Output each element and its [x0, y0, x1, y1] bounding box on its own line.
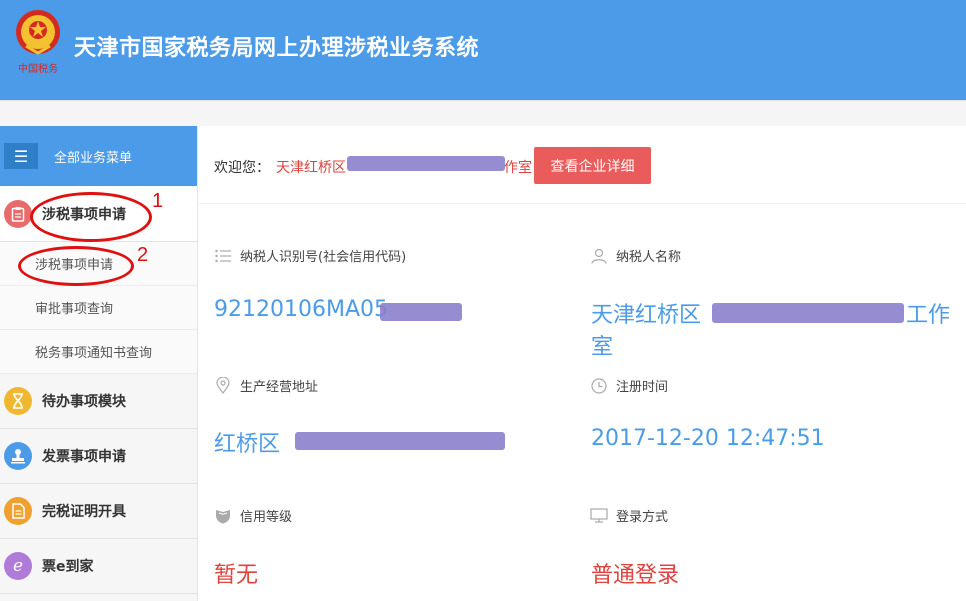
welcome-company-tail: 作室: [504, 160, 532, 176]
document-icon: [4, 497, 32, 525]
user-icon: [590, 247, 608, 265]
annotation-number-2: 2: [137, 244, 149, 266]
credit-level-label-text: 信用等级: [240, 510, 293, 525]
sidebar-group-pending[interactable]: 待办事项模块: [0, 374, 197, 429]
address-value: 红桥区: [214, 432, 281, 457]
taxpayer-name-label-text: 纳税人名称: [616, 250, 682, 265]
app-title: 天津市国家税务局网上办理涉税业务系统: [74, 36, 480, 61]
menu-header: ☰ 全部业务菜单: [0, 126, 197, 186]
register-time-label-text: 注册时间: [616, 380, 669, 395]
list-icon: [214, 247, 232, 265]
login-method-label-text: 登录方式: [616, 510, 669, 525]
taxpayer-name-label: 纳税人名称: [590, 246, 681, 265]
header-spacer: [0, 100, 966, 126]
clipboard-icon: [4, 199, 32, 228]
stamp-icon: [4, 442, 32, 470]
redaction-overlay: [295, 432, 505, 450]
taxpayer-name-value-line2: 室: [591, 335, 614, 360]
taxpayer-name-value-tail: 工作: [906, 303, 951, 328]
app-header: 中国税务 天津市国家税务局网上办理涉税业务系统: [0, 0, 966, 100]
welcome-label: 欢迎您：: [214, 160, 270, 176]
taxpayer-id-label: 纳税人识别号(社会信用代码): [214, 246, 406, 265]
register-time-label: 注册时间: [590, 376, 668, 395]
monitor-icon: [590, 507, 608, 525]
svg-text:中国税务: 中国税务: [18, 62, 58, 75]
sidebar-group-label: 完税证明开具: [42, 504, 126, 520]
annotation-ellipse-2: [18, 246, 134, 286]
sidebar-subitem-approval-query[interactable]: 审批事项查询: [0, 286, 197, 330]
redaction-overlay: [347, 156, 505, 171]
tax-emblem-icon: 中国税务: [16, 10, 60, 75]
taxpayer-id-label-text: 纳税人识别号(社会信用代码): [240, 250, 407, 265]
hourglass-icon: [4, 387, 32, 415]
sidebar-group-label: 待办事项模块: [42, 394, 126, 410]
address-label: 生产经营地址: [214, 376, 318, 395]
taxpayer-name-value-line1: 天津红桥区: [591, 303, 702, 328]
credit-level-value: 暂无: [214, 563, 259, 588]
e-icon: e: [4, 552, 32, 580]
credit-level-label: 信用等级: [214, 506, 292, 525]
welcome-bar: 欢迎您： 天津红桥区 作室 查看企业详细: [199, 126, 966, 204]
sidebar-group-label: 票e到家: [42, 559, 94, 575]
taxpayer-id-value: 92120106MA05: [214, 297, 389, 322]
annotation-number-1: 1: [152, 190, 164, 212]
sidebar-subitem-notice-query[interactable]: 税务事项通知书查询: [0, 330, 197, 374]
login-method-label: 登录方式: [590, 506, 668, 525]
login-method-value: 普通登录: [591, 563, 680, 588]
sidebar-group-label: 发票事项申请: [42, 449, 126, 465]
welcome-company: 天津红桥区: [276, 160, 346, 176]
shield-icon: [214, 507, 232, 525]
register-time-value: 2017-12-20 12:47:51: [591, 426, 825, 451]
sidebar-group-tax-certificate[interactable]: 完税证明开具: [0, 484, 197, 539]
redaction-overlay: [712, 303, 904, 323]
location-pin-icon: [214, 377, 232, 395]
sidebar-group-invoice[interactable]: 发票事项申请: [0, 429, 197, 484]
hamburger-icon[interactable]: ☰: [4, 143, 38, 169]
clock-icon: [590, 377, 608, 395]
all-menu-label: 全部业务菜单: [54, 150, 133, 166]
sidebar-group-e-delivery[interactable]: e 票e到家: [0, 539, 197, 594]
redaction-overlay: [380, 303, 462, 321]
view-company-detail-button[interactable]: 查看企业详细: [534, 147, 651, 184]
annotation-ellipse-1: [30, 192, 152, 242]
address-label-text: 生产经营地址: [240, 380, 319, 395]
